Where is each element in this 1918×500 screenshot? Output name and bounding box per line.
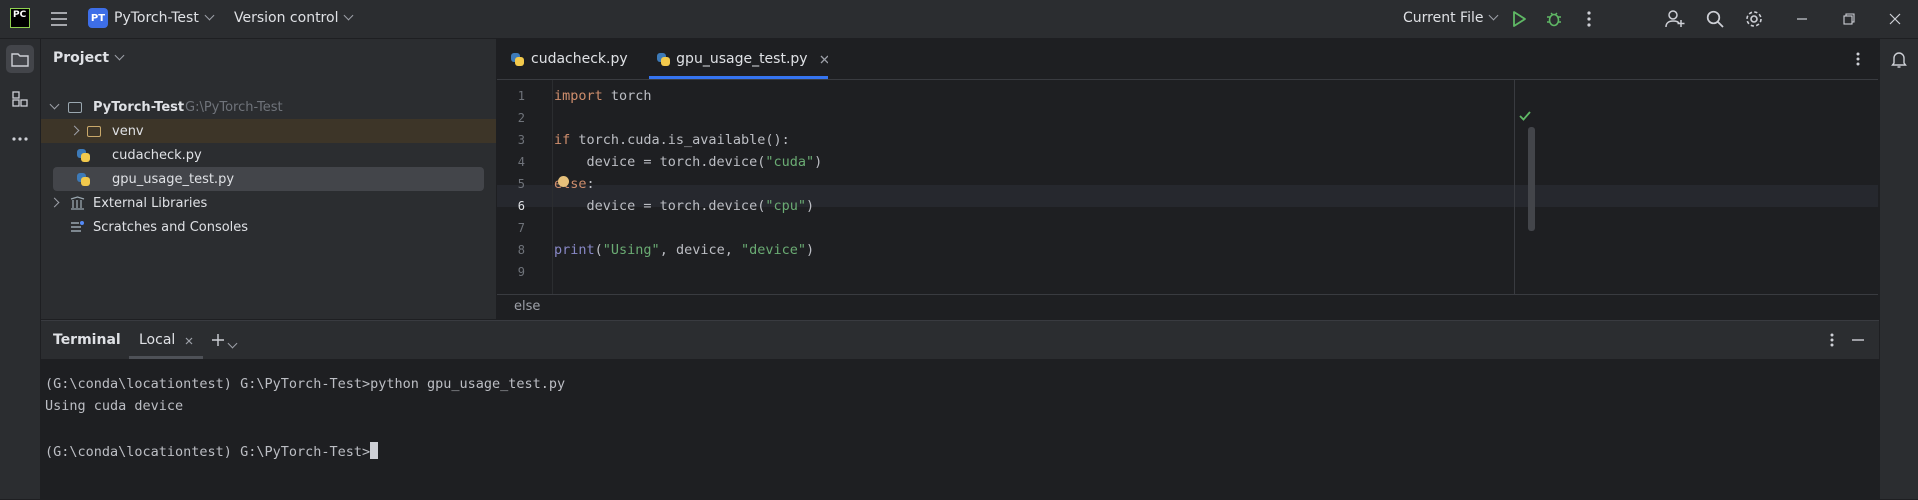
terminal-prompt-line: (G:\conda\locationtest) G:\PyTorch-Test>	[45, 442, 379, 460]
close-icon[interactable]	[1884, 8, 1906, 30]
tree-path-hint: G:\PyTorch-Test	[185, 99, 283, 115]
breadcrumb: else	[497, 294, 1878, 320]
chevron-right-icon	[49, 197, 60, 208]
project-name: PyTorch-Test	[114, 10, 199, 26]
main-menu-icon[interactable]	[48, 8, 70, 30]
python-file-icon	[511, 52, 524, 66]
tree-label: PyTorch-Test	[93, 99, 185, 115]
more-tools-button[interactable]	[6, 125, 34, 153]
chevron-down-icon	[49, 99, 60, 110]
chevron-right-icon	[69, 125, 80, 136]
close-tab-icon[interactable]	[185, 337, 193, 345]
terminal-tab-local[interactable]: Local	[129, 321, 203, 359]
run-icon[interactable]	[1508, 8, 1530, 30]
bell-icon	[1891, 52, 1907, 68]
code-line-6: device = torch.device("cpu")	[554, 198, 815, 214]
hide-panel-icon[interactable]	[1852, 339, 1864, 341]
vcs-label: Version control	[234, 10, 339, 26]
tree-item-scratches[interactable]: Scratches and Consoles	[41, 215, 496, 239]
notifications-button[interactable]	[1885, 45, 1913, 73]
new-terminal-icon[interactable]	[212, 334, 224, 346]
tree-item-project-root[interactable]: PyTorch-Test G:\PyTorch-Test	[41, 95, 496, 119]
folder-icon	[87, 126, 101, 137]
editor-scrollbar[interactable]	[1528, 127, 1535, 231]
tree-label: External Libraries	[93, 195, 208, 211]
tab-cudacheck[interactable]: cudacheck.py	[511, 39, 628, 79]
minimize-icon[interactable]	[1791, 8, 1813, 30]
tree-label: cudacheck.py	[112, 147, 202, 163]
project-switcher[interactable]: PyTorch-Test	[114, 10, 215, 26]
tab-label: gpu_usage_test.py	[676, 51, 808, 67]
terminal-output[interactable]: (G:\conda\locationtest) G:\PyTorch-Test>…	[41, 359, 1879, 500]
right-tool-strip	[1879, 39, 1918, 499]
code-line-3: if torch.cuda.is_available():	[554, 132, 790, 148]
code-line-1: import torch	[554, 88, 652, 104]
terminal-line: Using cuda device	[45, 398, 184, 414]
project-panel: Project PyTorch-Test G:\PyTorch-Test ven…	[41, 39, 496, 319]
project-panel-title[interactable]: Project	[53, 50, 125, 66]
terminal-more-icon[interactable]	[1830, 333, 1834, 347]
library-icon	[70, 196, 85, 210]
chevron-down-icon	[1489, 10, 1499, 21]
editor-tabs: cudacheck.py gpu_usage_test.py	[497, 39, 1878, 80]
tree-label: venv	[112, 123, 144, 139]
more-horizontal-icon	[12, 137, 28, 141]
tree-item-venv[interactable]: venv	[41, 119, 496, 143]
code-line-4: device = torch.device("cuda")	[554, 154, 823, 170]
python-file-icon	[77, 149, 90, 162]
structure-icon	[12, 91, 28, 107]
terminal-panel: Terminal Local (G:\conda\locationtest) G…	[41, 320, 1879, 500]
tree-label: gpu_usage_test.py	[112, 171, 235, 187]
add-user-icon[interactable]	[1664, 8, 1686, 30]
editor-tabs-more-icon[interactable]	[1848, 49, 1868, 69]
folder-icon	[11, 52, 29, 67]
terminal-header: Terminal Local	[41, 321, 1879, 359]
debug-icon[interactable]	[1543, 8, 1565, 30]
tab-label: cudacheck.py	[531, 51, 628, 67]
scratches-icon	[71, 221, 84, 232]
terminal-prompt: (G:\conda\locationtest) G:\PyTorch-Test>	[45, 444, 371, 460]
chevron-down-icon	[114, 50, 125, 61]
text-cursor	[370, 442, 379, 459]
run-config-label: Current File	[1403, 10, 1484, 26]
left-tool-strip	[0, 39, 41, 499]
terminal-title[interactable]: Terminal	[53, 332, 121, 348]
restore-icon[interactable]	[1838, 8, 1860, 30]
folder-icon	[68, 102, 82, 113]
no-problems-check-icon[interactable]	[1519, 111, 1531, 121]
code-area[interactable]: import torch if torch.cuda.is_available(…	[497, 80, 1837, 294]
tree-item-external-libraries[interactable]: External Libraries	[41, 191, 496, 215]
active-tab-indicator	[649, 76, 828, 79]
chevron-down-icon[interactable]	[227, 338, 238, 349]
chevron-down-icon	[204, 10, 215, 21]
settings-icon[interactable]	[1743, 8, 1765, 30]
app-logo: PC	[10, 8, 30, 28]
editor-area: cudacheck.py gpu_usage_test.py 1 2 3 4 5…	[497, 39, 1878, 320]
python-file-icon	[77, 173, 90, 186]
chevron-down-icon	[344, 10, 354, 21]
python-file-icon	[657, 52, 671, 66]
project-badge[interactable]: PT	[88, 8, 108, 28]
vcs-menu[interactable]: Version control	[234, 10, 354, 26]
code-line-8: print("Using", device, "device")	[554, 242, 815, 258]
terminal-tab-label: Local	[139, 332, 176, 348]
tree-item-file-selected[interactable]: gpu_usage_test.py	[53, 167, 484, 191]
close-tab-icon[interactable]	[820, 55, 828, 64]
tree-label: Scratches and Consoles	[93, 219, 249, 235]
structure-tool-button[interactable]	[6, 85, 34, 113]
run-config-selector[interactable]: Current File	[1403, 10, 1499, 26]
title-bar: PC PT PyTorch-Test Version control Curre…	[0, 0, 1918, 39]
tab-gpu-usage-test[interactable]: gpu_usage_test.py	[633, 39, 828, 79]
lightbulb-icon[interactable]	[558, 176, 569, 187]
more-icon[interactable]	[1578, 8, 1600, 30]
breadcrumb-item[interactable]: else	[514, 299, 540, 314]
tree-item-file[interactable]: cudacheck.py	[41, 143, 496, 167]
project-tool-button[interactable]	[6, 45, 34, 73]
terminal-line: (G:\conda\locationtest) G:\PyTorch-Test>…	[45, 376, 566, 392]
search-icon[interactable]	[1704, 8, 1726, 30]
